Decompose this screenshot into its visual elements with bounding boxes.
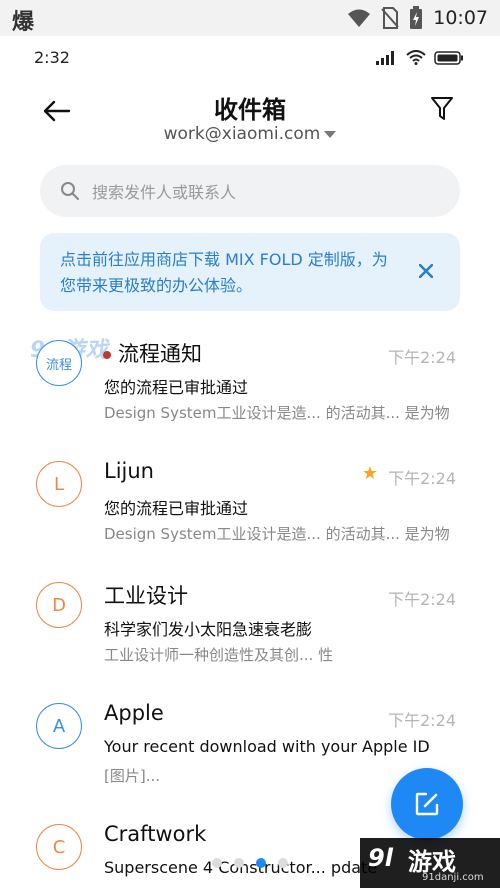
mail-subject: 您的流程已审批通过 [104,378,249,397]
avatar: D [36,582,82,628]
banner-text: 点击前往应用商店下载 MIX FOLD 定制版，为您带来更极致的办公体验。 [60,250,388,295]
mail-item[interactable]: D 工业设计 下午2:24 科学家们发小太阳急速衰老膨 工业设计师一种创造性及其… [0,568,500,689]
mail-preview: Design System工业设计是造... 的活动其... 是为物 [104,404,450,422]
mail-subject: Your recent download with your Apple ID [104,737,430,756]
mail-preview: Design System工业设计是造... 的活动其... 是为物 [104,525,450,543]
search-input[interactable]: 搜索发件人或联系人 [40,165,460,217]
mail-sender: Apple [104,701,164,725]
mail-item[interactable]: 流程 流程通知 下午2:24 您的流程已审批通过 Design System工业… [0,326,500,447]
promo-banner[interactable]: 点击前往应用商店下载 MIX FOLD 定制版，为您带来更极致的办公体验。 [40,233,460,311]
account-email: work@xiaomi.com [163,124,321,144]
mail-sender: Lijun [104,459,154,483]
no-sim-icon [381,7,399,29]
mail-sender: Craftwork [104,822,207,846]
filter-button[interactable] [430,96,460,126]
mail-time: 下午2:24 [388,348,456,367]
watermark-badge: 9l 游戏 91danji.com [360,838,500,888]
device-status-bar: 爆 10:07 [0,0,500,36]
status-time: 2:32 [34,48,70,67]
search-icon [61,182,79,200]
caret-down-icon [324,130,337,138]
compose-button[interactable] [391,768,463,840]
pager-dot [212,858,222,868]
mail-sender: 工业设计 [104,584,188,608]
mail-subject: 您的流程已审批通过 [104,499,249,518]
filter-icon [431,97,453,120]
signal-icon [376,50,394,65]
battery-charging-icon [410,6,423,29]
avatar: L [36,461,82,507]
page-title: 收件箱 [214,96,286,124]
inbox-header: 收件箱 work@xiaomi.com [0,86,500,156]
pager-dot [234,858,244,868]
banner-close-button[interactable] [414,259,438,283]
mail-time: 下午2:24 [388,469,456,488]
app-status-bar: 2:32 [0,36,500,80]
mail-time: 下午2:24 [388,711,456,730]
watermark-url: 91danji.com [422,872,484,883]
avatar: A [36,703,82,749]
mail-preview: 工业设计师一种创造性及其创... 性 [104,646,334,664]
mail-app: 2:32 收件箱 work@xiaomi.com 搜索发件人或联系人 点击前往应… [0,36,500,888]
star-icon[interactable]: ★ [362,463,378,484]
avatar: C [36,824,82,870]
battery-icon [434,50,463,65]
mail-item[interactable]: L Lijun ★ 下午2:24 您的流程已审批通过 Design System… [0,447,500,568]
avatar: 流程 [36,340,82,386]
mail-sender: 流程通知 [118,342,202,366]
unread-dot [103,351,111,359]
wifi-icon [348,9,371,27]
pager-dot-active [256,858,266,868]
account-switcher[interactable]: work@xiaomi.com [0,124,500,144]
watermark-number: 9l [368,844,393,872]
notification-glyph: 爆 [12,10,35,35]
mail-time: 下午2:24 [388,590,456,609]
pager-dot [278,858,288,868]
device-clock: 10:07 [433,7,488,29]
close-icon [419,264,433,278]
mail-subject: 科学家们发小太阳急速衰老膨 [104,620,313,639]
wifi-icon [406,50,426,65]
search-placeholder: 搜索发件人或联系人 [92,183,237,202]
compose-icon [415,792,439,816]
pager-dots [212,858,288,868]
